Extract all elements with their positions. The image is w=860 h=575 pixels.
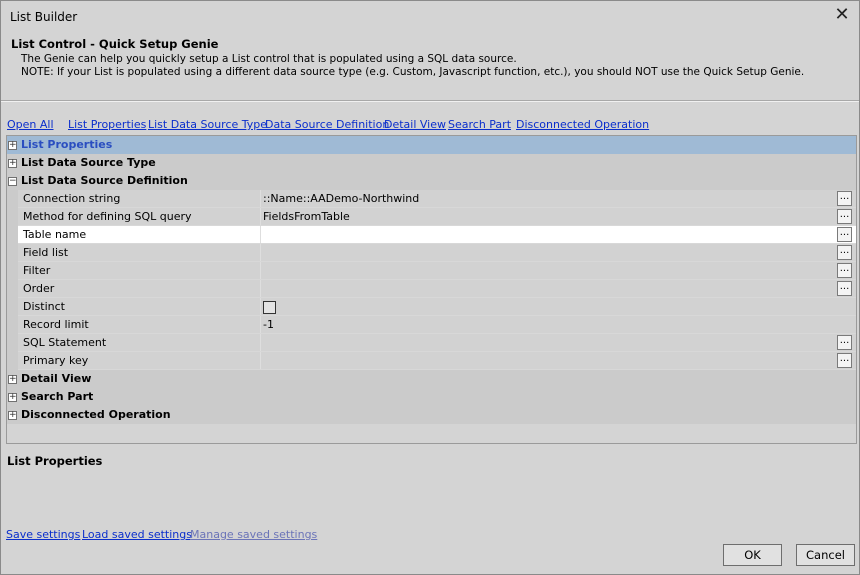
window-title: List Builder (10, 10, 78, 24)
load-saved-settings-link[interactable]: Load saved settings (82, 528, 192, 541)
close-icon[interactable]: ✕ (831, 5, 853, 27)
property-value[interactable]: ::Name::AADemo-Northwind ... (261, 190, 856, 207)
ellipsis-button[interactable]: ... (837, 335, 852, 350)
ellipsis-button[interactable]: ... (837, 245, 852, 260)
property-value[interactable] (261, 298, 856, 315)
property-name: SQL Statement (18, 334, 261, 351)
ellipsis-button[interactable]: ... (837, 263, 852, 278)
nav-list-data-source-type-link[interactable]: List Data Source Type (148, 118, 267, 131)
category-label: List Data Source Definition (21, 174, 188, 187)
manage-saved-settings-link[interactable]: Manage saved settings (190, 528, 317, 541)
row-gutter (7, 298, 18, 316)
property-value[interactable]: ... (261, 334, 856, 351)
expand-icon[interactable]: + (8, 411, 17, 420)
property-value[interactable]: ... (261, 244, 856, 261)
category-detail-view[interactable]: + Detail View (7, 370, 856, 388)
property-value[interactable]: -1 (261, 316, 856, 333)
property-value[interactable]: ... (261, 262, 856, 279)
property-name: Primary key (18, 352, 261, 369)
ellipsis-button[interactable]: ... (837, 281, 852, 296)
expand-icon[interactable]: + (8, 375, 17, 384)
title-bar: List Builder ✕ (1, 1, 859, 31)
property-row-connection-string[interactable]: Connection string ::Name::AADemo-Northwi… (7, 190, 856, 208)
property-value-text: FieldsFromTable (263, 210, 350, 223)
description-panel-title: List Properties (7, 454, 103, 468)
property-value[interactable]: ... (261, 226, 856, 243)
property-grid: + List Properties + List Data Source Typ… (6, 135, 857, 444)
category-label: Search Part (21, 390, 94, 403)
row-gutter (7, 208, 18, 226)
property-row-distinct[interactable]: Distinct (7, 298, 856, 316)
category-label: List Properties (21, 138, 113, 151)
category-label: Detail View (21, 372, 92, 385)
row-gutter (7, 262, 18, 280)
genie-description-line-1: The Genie can help you quickly setup a L… (21, 53, 517, 65)
row-gutter (7, 352, 18, 370)
property-row-order[interactable]: Order ... (7, 280, 856, 298)
nav-list-properties-link[interactable]: List Properties (68, 118, 146, 131)
row-gutter (7, 244, 18, 262)
property-value[interactable]: ... (261, 280, 856, 297)
genie-header: List Control - Quick Setup Genie (11, 37, 219, 51)
row-gutter (7, 280, 18, 298)
ellipsis-button[interactable]: ... (837, 191, 852, 206)
row-gutter (7, 226, 18, 244)
nav-data-source-definition-link[interactable]: Data Source Definition (265, 118, 389, 131)
property-name: Filter (18, 262, 261, 279)
ellipsis-button[interactable]: ... (837, 227, 852, 242)
property-value-text: -1 (263, 318, 274, 331)
nav-detail-view-link[interactable]: Detail View (384, 118, 446, 131)
property-name: Distinct (18, 298, 261, 315)
cancel-button[interactable]: Cancel (796, 544, 855, 566)
grid-empty-area (7, 424, 856, 443)
property-name: Table name (18, 226, 261, 243)
save-settings-link[interactable]: Save settings (6, 528, 80, 541)
property-name: Field list (18, 244, 261, 261)
property-value[interactable]: FieldsFromTable ... (261, 208, 856, 225)
property-name: Connection string (18, 190, 261, 207)
row-gutter (7, 190, 18, 208)
ellipsis-button[interactable]: ... (837, 353, 852, 368)
row-gutter (7, 334, 18, 352)
property-name: Order (18, 280, 261, 297)
category-label: List Data Source Type (21, 156, 156, 169)
ok-button[interactable]: OK (723, 544, 782, 566)
property-row-filter[interactable]: Filter ... (7, 262, 856, 280)
expand-icon[interactable]: + (8, 393, 17, 402)
collapse-icon[interactable]: − (8, 177, 17, 186)
property-row-sql-statement[interactable]: SQL Statement ... (7, 334, 856, 352)
row-gutter (7, 316, 18, 334)
category-disconnected-operation[interactable]: + Disconnected Operation (7, 406, 856, 424)
genie-description: The Genie can help you quickly setup a L… (21, 53, 804, 79)
property-row-primary-key[interactable]: Primary key ... (7, 352, 856, 370)
category-label: Disconnected Operation (21, 408, 171, 421)
property-value[interactable]: ... (261, 352, 856, 369)
nav-search-part-link[interactable]: Search Part (448, 118, 511, 131)
property-row-table-name[interactable]: Table name ... (7, 226, 856, 244)
property-name: Method for defining SQL query (18, 208, 261, 225)
expand-icon[interactable]: + (8, 141, 17, 150)
genie-description-line-2: NOTE: If your List is populated using a … (21, 66, 805, 78)
property-row-field-list[interactable]: Field list ... (7, 244, 856, 262)
category-list-properties[interactable]: + List Properties (7, 136, 856, 154)
property-name: Record limit (18, 316, 261, 333)
property-value-text: ::Name::AADemo-Northwind (263, 192, 420, 205)
distinct-checkbox[interactable] (263, 301, 276, 314)
property-row-record-limit[interactable]: Record limit -1 (7, 316, 856, 334)
category-list-data-source-type[interactable]: + List Data Source Type (7, 154, 856, 172)
property-row-method-for-defining-sql-query[interactable]: Method for defining SQL query FieldsFrom… (7, 208, 856, 226)
nav-open-all-link[interactable]: Open All (7, 118, 54, 131)
category-search-part[interactable]: + Search Part (7, 388, 856, 406)
expand-icon[interactable]: + (8, 159, 17, 168)
category-list-data-source-definition[interactable]: − List Data Source Definition (7, 172, 856, 190)
ellipsis-button[interactable]: ... (837, 209, 852, 224)
separator (1, 100, 859, 102)
nav-disconnected-operation-link[interactable]: Disconnected Operation (516, 118, 649, 131)
list-builder-window: List Builder ✕ List Control - Quick Setu… (0, 0, 860, 575)
